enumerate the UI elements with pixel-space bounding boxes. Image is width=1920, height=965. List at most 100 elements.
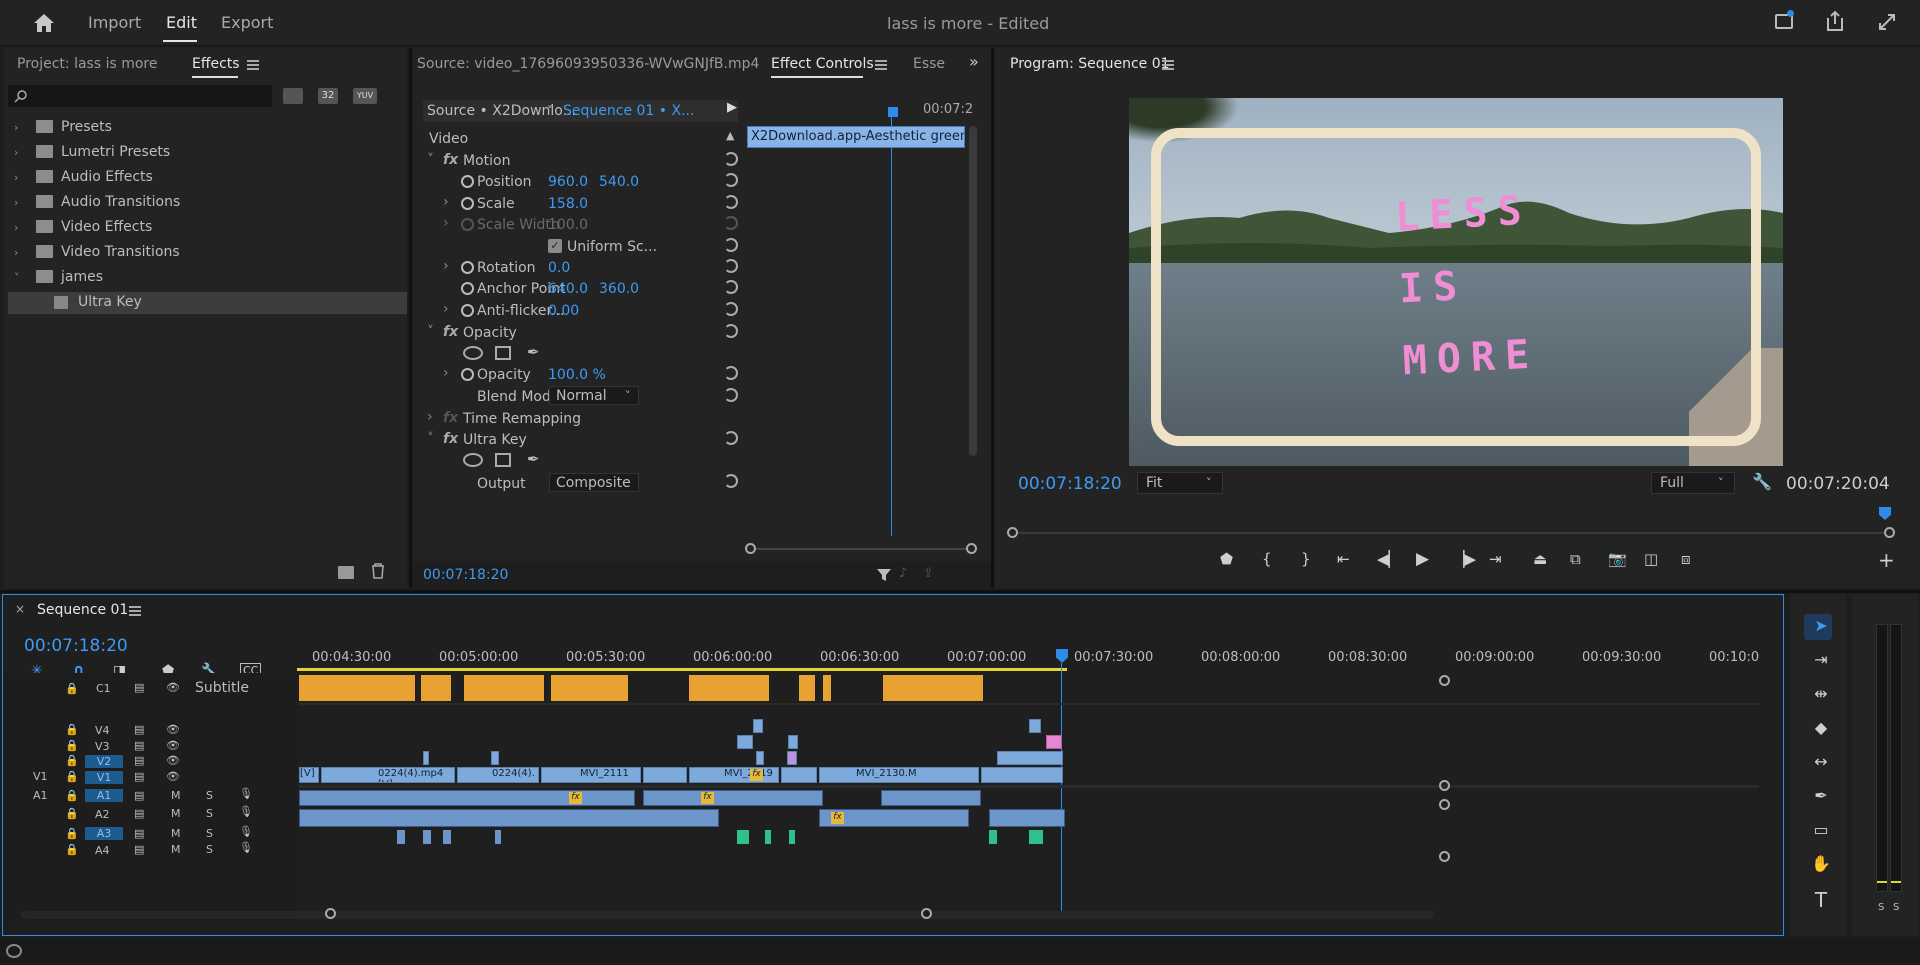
- tab-essential-graphics[interactable]: Esse: [913, 56, 945, 72]
- v1-clip[interactable]: 0224(4).: [457, 767, 539, 783]
- lift-icon[interactable]: ⏏: [1533, 550, 1547, 568]
- fx-badge-icon[interactable]: fx: [443, 152, 458, 168]
- solo-button[interactable]: S: [206, 827, 213, 841]
- a3-clip[interactable]: [423, 830, 431, 844]
- play-only-icon[interactable]: ▶: [727, 100, 737, 115]
- mark-in-icon[interactable]: {: [1262, 550, 1272, 568]
- uniform-scale-checkbox[interactable]: ✓: [548, 239, 562, 253]
- hand-tool-icon[interactable]: ✋: [1808, 854, 1834, 878]
- tree-item-audio-transitions[interactable]: › Audio Transitions: [14, 194, 180, 216]
- zoom-start-handle[interactable]: [325, 908, 336, 919]
- stopwatch-icon[interactable]: [461, 197, 474, 210]
- program-video-frame[interactable]: LESS IS MORE: [1129, 98, 1783, 466]
- track-scroll-handle[interactable]: [1439, 675, 1450, 686]
- panel-menu-icon[interactable]: [247, 60, 259, 70]
- stopwatch-icon[interactable]: [461, 304, 474, 317]
- opacity-group-row[interactable]: ˅ fx Opacity: [423, 322, 748, 343]
- scale-value[interactable]: 158.0: [548, 196, 588, 212]
- mute-button[interactable]: M: [171, 827, 181, 841]
- track-a3-target[interactable]: A3: [85, 827, 123, 840]
- ellipse-mask-icon[interactable]: [463, 346, 483, 360]
- a1-clip[interactable]: [299, 790, 635, 806]
- lock-icon[interactable]: 🔒: [65, 682, 79, 696]
- ec-zoom-scrollbar[interactable]: [745, 543, 977, 554]
- razor-tool-icon[interactable]: ◆: [1808, 718, 1834, 742]
- solo-button[interactable]: S: [206, 789, 213, 803]
- v2-clip[interactable]: [423, 751, 429, 765]
- wrench-icon[interactable]: 🔧: [1752, 472, 1772, 491]
- v3-clip[interactable]: [788, 735, 798, 749]
- a2-clip[interactable]: [989, 809, 1065, 827]
- chevron-right-icon[interactable]: ›: [443, 258, 449, 274]
- solo-button[interactable]: S: [206, 807, 213, 821]
- program-current-time[interactable]: 00:07:18:20: [1018, 474, 1122, 494]
- subtitle-clip[interactable]: [883, 675, 983, 701]
- eye-icon[interactable]: 👁: [166, 739, 180, 753]
- comparison-view-icon[interactable]: ◫: [1644, 550, 1658, 568]
- playback-resolution-select[interactable]: Full ˅: [1651, 472, 1735, 494]
- rotation-value[interactable]: 0.0: [548, 260, 570, 276]
- share-icon[interactable]: [1825, 10, 1845, 32]
- eye-icon[interactable]: 👁: [166, 723, 180, 737]
- reset-icon[interactable]: [724, 388, 738, 402]
- proxy-toggle-icon[interactable]: ⧈: [1681, 550, 1691, 568]
- v1-clip[interactable]: [V]: [299, 767, 319, 783]
- play-icon[interactable]: ▶: [1416, 549, 1429, 569]
- collapse-up-icon[interactable]: ▲: [726, 129, 734, 142]
- a3-clip[interactable]: [989, 830, 997, 844]
- tab-project[interactable]: Project: lass is more: [17, 56, 157, 72]
- anchor-x-value[interactable]: 640.0: [548, 281, 588, 297]
- a1-clip[interactable]: [881, 790, 981, 806]
- v2-clip[interactable]: [491, 751, 499, 765]
- eye-icon[interactable]: 👁: [166, 770, 180, 784]
- sync-lock-icon[interactable]: ▤: [134, 754, 144, 768]
- tab-effect-controls[interactable]: Effect Controls: [771, 56, 874, 72]
- lock-icon[interactable]: 🔒: [65, 739, 79, 753]
- effects-search-input[interactable]: [8, 85, 272, 107]
- go-to-out-icon[interactable]: ⇥: [1489, 550, 1502, 568]
- lock-icon[interactable]: 🔒: [65, 843, 79, 857]
- sync-lock-icon[interactable]: ▤: [134, 827, 144, 841]
- solo-button[interactable]: S: [206, 843, 213, 857]
- opacity-value[interactable]: 100.0 %: [548, 367, 606, 383]
- program-playhead[interactable]: [1879, 507, 1891, 520]
- a3-clip[interactable]: [765, 830, 771, 844]
- track-area[interactable]: [V] 0224(4).mp4 [V] 0224(4). MVI_2111 MV…: [299, 673, 1759, 873]
- fx-badge-icon[interactable]: fx: [443, 324, 458, 340]
- microphone-icon[interactable]: 🎙: [239, 805, 253, 819]
- v1-clip[interactable]: MVI_2130.M: [819, 767, 979, 783]
- position-x-value[interactable]: 960.0: [548, 174, 588, 190]
- a1-clip[interactable]: [643, 790, 823, 806]
- rectangle-mask-icon[interactable]: [495, 453, 511, 467]
- import-tab[interactable]: Import: [88, 13, 141, 32]
- source-a1-patch[interactable]: A1: [33, 789, 48, 803]
- blend-mode-select[interactable]: Normal ˅: [549, 386, 639, 405]
- program-monitor-title[interactable]: Program: Sequence 01: [1010, 56, 1170, 72]
- fullscreen-icon[interactable]: [1877, 12, 1897, 32]
- sync-lock-icon[interactable]: ▤: [134, 843, 144, 857]
- work-area-bar[interactable]: [297, 668, 1067, 671]
- tree-item-presets[interactable]: › Presets: [14, 119, 112, 141]
- sync-lock-icon[interactable]: ▤: [134, 789, 144, 803]
- track-a1-target[interactable]: A1: [85, 789, 123, 802]
- v1-clip[interactable]: [643, 767, 687, 783]
- track-v2-target[interactable]: V2: [85, 755, 123, 768]
- ec-playhead-handle[interactable]: [888, 107, 898, 117]
- 32bit-effects-icon[interactable]: 32: [318, 88, 338, 104]
- stopwatch-icon[interactable]: [461, 261, 474, 274]
- creative-cloud-icon[interactable]: [6, 944, 22, 958]
- track-select-tool-icon[interactable]: ⇥: [1808, 650, 1834, 674]
- v1-clip[interactable]: [981, 767, 1063, 783]
- track-v1-target[interactable]: V1: [85, 771, 123, 784]
- tree-item-video-effects[interactable]: › Video Effects: [14, 219, 152, 241]
- lock-icon[interactable]: 🔒: [65, 770, 79, 784]
- subtitle-clip[interactable]: [799, 675, 815, 701]
- subtitle-clip[interactable]: [551, 675, 628, 701]
- new-bin-icon[interactable]: [338, 566, 354, 579]
- v3-graphic-clip[interactable]: [1046, 735, 1062, 749]
- ec-current-time[interactable]: 00:07:18:20: [423, 567, 508, 583]
- v3-clip[interactable]: [737, 735, 753, 749]
- panel-menu-icon[interactable]: [875, 60, 887, 70]
- lock-icon[interactable]: 🔒: [65, 789, 79, 803]
- tab-source[interactable]: Source: video_17696093950336-WVwGNJfB.mp…: [417, 56, 759, 72]
